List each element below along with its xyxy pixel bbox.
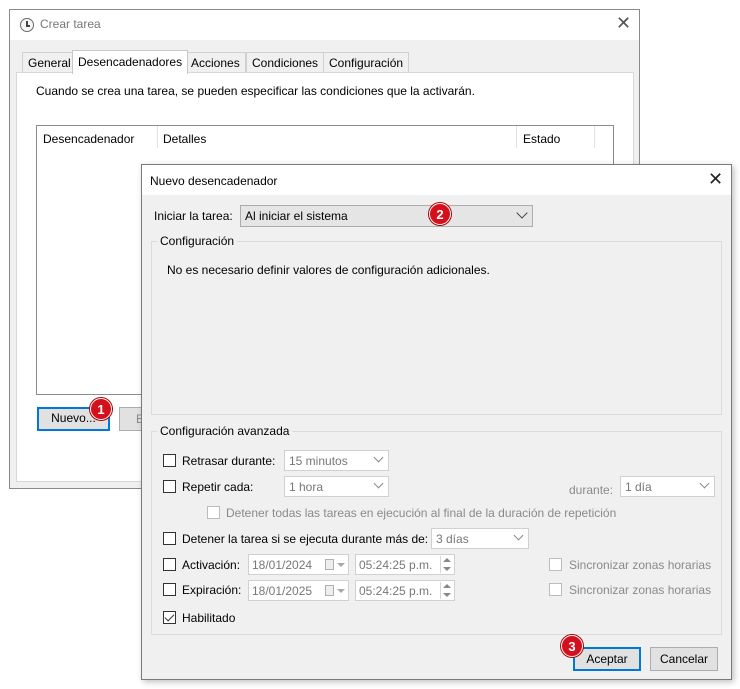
delay-select[interactable]: 15 minutos: [284, 450, 389, 471]
callout-badge-1: 1: [90, 398, 112, 420]
begin-task-value: Al iniciar el sistema: [245, 209, 348, 223]
repeat-duration-label: durante:: [569, 483, 614, 497]
expiration-checkbox[interactable]: [163, 583, 176, 596]
chevron-down-icon: [513, 530, 524, 541]
repeat-checkbox[interactable]: [163, 480, 176, 493]
stop-all-tasks-checkbox[interactable]: [207, 506, 220, 519]
column-header-status[interactable]: Estado: [523, 132, 560, 146]
chevron-down-icon: [373, 452, 384, 463]
dropdown-arrow-icon: [337, 563, 345, 567]
activation-sync-label: Sincronizar zonas horarias: [569, 558, 712, 572]
enabled-label: Habilitado: [182, 611, 236, 625]
dialog-title: Nuevo desencadenador: [150, 174, 278, 188]
callout-badge-3: 3: [561, 635, 583, 657]
tab-settings[interactable]: Configuración: [323, 52, 410, 73]
activation-label: Activación:: [182, 558, 241, 572]
expiration-sync-label: Sincronizar zonas horarias: [569, 583, 712, 597]
column-header-trigger[interactable]: Desencadenador: [43, 132, 134, 146]
stop-all-tasks-label: Detener todas las tareas en ejecución al…: [226, 506, 617, 520]
chevron-down-icon: [699, 478, 710, 489]
create-task-titlebar: Crear tarea ✕: [10, 10, 639, 40]
settings-info-text: No es necesario definir valores de confi…: [167, 263, 490, 277]
repeat-duration-value: 1 día: [625, 480, 652, 494]
activation-time-field[interactable]: 05:24:25 p.m.: [355, 554, 455, 575]
expiration-sync-checkbox[interactable]: [549, 583, 562, 596]
tab-conditions[interactable]: Condiciones: [246, 52, 325, 73]
stop-task-select[interactable]: 3 días: [431, 528, 529, 549]
repeat-label: Repetir cada:: [182, 480, 254, 494]
cancel-button[interactable]: Cancelar: [650, 647, 718, 671]
close-icon[interactable]: ✕: [616, 14, 631, 32]
callout-badge-2: 2: [429, 203, 451, 225]
settings-group-title: Configuración: [157, 234, 238, 248]
delay-value: 15 minutos: [289, 454, 348, 468]
repeat-value: 1 hora: [289, 480, 324, 494]
spin-icon[interactable]: [440, 582, 453, 599]
expiration-label: Expiración:: [182, 583, 242, 597]
tab-actions[interactable]: Acciones: [185, 52, 246, 73]
column-divider: [157, 126, 158, 148]
expiration-time-field[interactable]: 05:24:25 p.m.: [355, 580, 455, 601]
column-header-details[interactable]: Detalles: [163, 132, 206, 146]
repeat-select[interactable]: 1 hora: [284, 476, 389, 497]
begin-task-label: Iniciar la tarea:: [154, 209, 233, 223]
column-divider: [516, 126, 517, 148]
column-divider: [594, 126, 595, 148]
activation-time-value: 05:24:25 p.m.: [359, 558, 433, 572]
delay-checkbox[interactable]: [163, 454, 176, 467]
ok-button[interactable]: Aceptar: [573, 647, 641, 671]
expiration-time-value: 05:24:25 p.m.: [359, 584, 433, 598]
chevron-down-icon: [373, 478, 384, 489]
calendar-icon: [325, 559, 334, 570]
tab-general[interactable]: General: [22, 52, 77, 73]
dropdown-arrow-icon: [337, 589, 345, 593]
activation-date-picker[interactable]: 18/01/2024: [248, 554, 349, 575]
activation-sync-checkbox[interactable]: [549, 558, 562, 571]
stop-task-value: 3 días: [436, 532, 469, 546]
activation-date-value: 18/01/2024: [252, 558, 313, 572]
repeat-duration-select[interactable]: 1 día: [620, 476, 715, 497]
close-icon[interactable]: ✕: [708, 170, 723, 188]
stop-task-checkbox[interactable]: [163, 532, 176, 545]
spin-icon[interactable]: [440, 556, 453, 573]
triggers-description: Cuando se crea una tarea, se pueden espe…: [36, 84, 475, 98]
clock-icon: [20, 18, 34, 32]
expiration-date-picker[interactable]: 18/01/2025: [248, 580, 349, 601]
delay-label: Retrasar durante:: [182, 454, 276, 468]
dialog-titlebar: Nuevo desencadenador ✕: [142, 165, 731, 195]
stop-task-label: Detener la tarea si se ejecuta durante m…: [182, 532, 429, 546]
begin-task-select[interactable]: Al iniciar el sistema: [240, 205, 533, 227]
chevron-down-icon: [516, 207, 528, 219]
tab-triggers[interactable]: Desencadenadores: [72, 50, 189, 74]
enabled-checkbox[interactable]: [163, 611, 176, 624]
create-task-title: Crear tarea: [40, 17, 101, 31]
new-trigger-dialog: Nuevo desencadenador ✕ Iniciar la tarea:…: [141, 164, 732, 680]
expiration-date-value: 18/01/2025: [252, 584, 313, 598]
advanced-settings-title: Configuración avanzada: [157, 424, 293, 438]
activation-checkbox[interactable]: [163, 558, 176, 571]
calendar-icon: [325, 585, 334, 596]
